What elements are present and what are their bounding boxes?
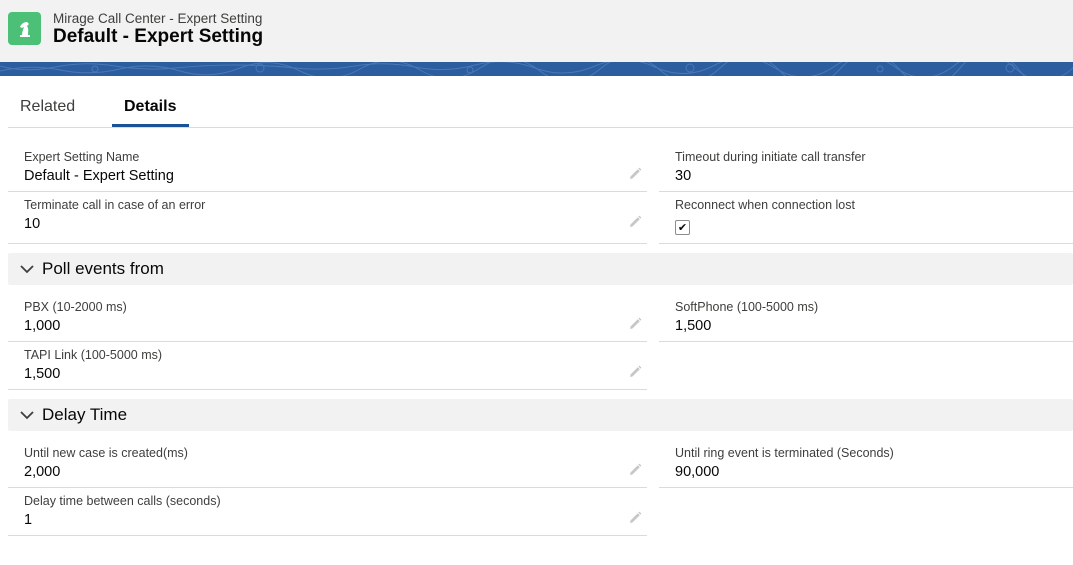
- field-label: Expert Setting Name: [24, 150, 140, 164]
- field-label: Reconnect when connection lost: [675, 198, 855, 212]
- chevron-down-icon: [20, 411, 34, 420]
- section-title: Delay Time: [42, 405, 128, 424]
- field-softphone: SoftPhone (100-5000 ms) 1,500: [659, 296, 1073, 342]
- field-expert-setting-name: Expert Setting Name Default - Expert Set…: [8, 146, 647, 192]
- tab-details[interactable]: Details: [124, 98, 176, 116]
- object-type-label: Mirage Call Center - Expert Setting: [53, 11, 263, 26]
- record-header: Mirage Call Center - Expert Setting Defa…: [0, 0, 1073, 62]
- reconnect-checkbox[interactable]: ✔: [675, 220, 690, 235]
- field-label: Terminate call in case of an error: [24, 198, 206, 212]
- pencil-edit-icon[interactable]: [627, 364, 643, 380]
- field-pbx: PBX (10-2000 ms) 1,000: [8, 296, 647, 342]
- field-value: 2,000: [24, 464, 61, 480]
- field-value: 90,000: [675, 464, 720, 480]
- field-value: 30: [675, 168, 692, 184]
- section-delay-time[interactable]: Delay Time: [8, 399, 1073, 431]
- section-title: Poll events from: [42, 259, 164, 278]
- field-label: Until ring event is terminated (Seconds): [675, 446, 894, 460]
- field-value: 1,500: [24, 366, 61, 382]
- field-reconnect: Reconnect when connection lost ✔: [659, 194, 1073, 244]
- field-value: 1: [24, 512, 33, 528]
- record-title: Default - Expert Setting: [53, 26, 264, 47]
- field-terminate-call: Terminate call in case of an error 10: [8, 194, 647, 244]
- section-poll-events[interactable]: Poll events from: [8, 253, 1073, 285]
- active-tab-indicator: [112, 124, 189, 127]
- pencil-edit-icon[interactable]: [627, 166, 643, 182]
- field-label: PBX (10-2000 ms): [24, 300, 127, 314]
- field-value: 1,000: [24, 318, 61, 334]
- tab-related[interactable]: Related: [20, 98, 75, 116]
- field-value: Default - Expert Setting: [24, 168, 174, 184]
- pencil-edit-icon[interactable]: [627, 510, 643, 526]
- field-label: Delay time between calls (seconds): [24, 494, 221, 508]
- pencil-edit-icon[interactable]: [627, 316, 643, 332]
- field-label: Until new case is created(ms): [24, 446, 188, 460]
- field-label: Timeout during initiate call transfer: [675, 150, 866, 164]
- pencil-edit-icon[interactable]: [627, 214, 643, 230]
- field-label: TAPI Link (100-5000 ms): [24, 348, 163, 362]
- pencil-edit-icon[interactable]: [627, 462, 643, 478]
- field-tapi-link: TAPI Link (100-5000 ms) 1,500: [8, 344, 647, 390]
- decorative-banner: [0, 62, 1073, 76]
- field-new-case: Until new case is created(ms) 2,000: [8, 442, 647, 488]
- field-label: SoftPhone (100-5000 ms): [675, 300, 819, 314]
- field-delay-between-calls: Delay time between calls (seconds) 1: [8, 490, 647, 536]
- field-value: 10: [24, 216, 41, 232]
- field-value: 1,500: [675, 318, 712, 334]
- field-ring-event: Until ring event is terminated (Seconds)…: [659, 442, 1073, 488]
- chevron-down-icon: [20, 265, 34, 274]
- record-tabs: Related Details: [8, 88, 1073, 128]
- chess-knight-icon: [8, 12, 41, 45]
- checkmark-icon: ✔: [677, 222, 688, 234]
- field-timeout-transfer: Timeout during initiate call transfer 30: [659, 146, 1073, 192]
